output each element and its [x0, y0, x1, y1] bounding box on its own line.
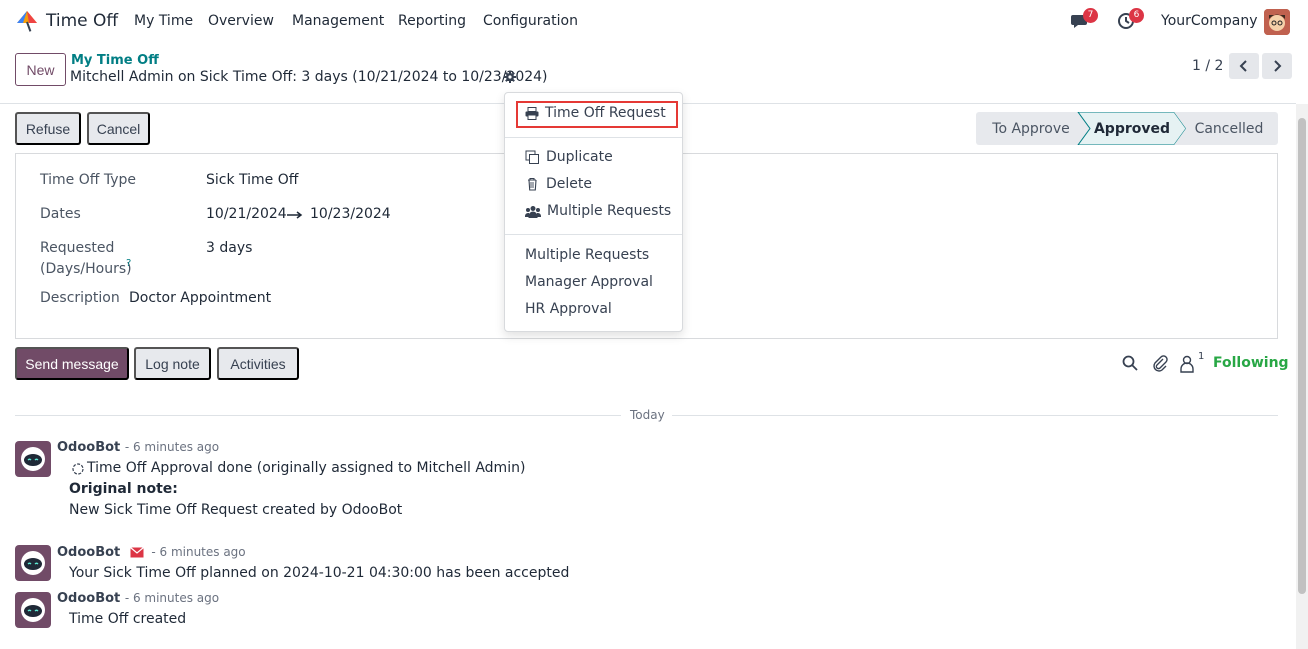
report-manager-label: Manager Approval — [525, 274, 653, 290]
gear-icon[interactable] — [504, 71, 516, 83]
menu-management[interactable]: Management — [292, 13, 384, 29]
message-time: - 6 minutes ago — [124, 440, 220, 454]
time-off-type-field[interactable]: Sick Time Off — [206, 172, 298, 188]
pager-next-button[interactable] — [1262, 53, 1292, 79]
separator-right — [672, 415, 1278, 416]
delete-action[interactable]: Delete — [525, 176, 592, 192]
company-switcher[interactable]: YourCompany — [1161, 13, 1258, 29]
multiple-requests-label: Multiple Requests — [547, 203, 672, 219]
time-off-type-label: Time Off Type — [40, 172, 136, 188]
menu-my-time[interactable]: My Time — [134, 13, 193, 29]
message-note: New Sick Time Off Request created by Odo… — [69, 502, 403, 518]
multiple-requests-action[interactable]: Multiple Requests — [525, 203, 671, 219]
menu-configuration[interactable]: Configuration — [483, 13, 578, 29]
message-author[interactable]: OdooBot - 6 minutes ago — [57, 591, 219, 606]
log-note-button[interactable]: Log note — [134, 347, 211, 380]
print-item-label: Time Off Request — [545, 105, 666, 121]
chevron-right-icon — [1274, 60, 1282, 72]
activities-button-chatter[interactable]: Activities — [217, 347, 299, 380]
robot-icon — [21, 598, 45, 622]
trash-icon — [528, 177, 537, 191]
duplicate-action[interactable]: Duplicate — [525, 149, 613, 165]
chevron-left-icon — [1239, 60, 1247, 72]
breadcrumb-current: Mitchell Admin on Sick Time Off: 3 days … — [70, 69, 548, 85]
message-time: - 6 minutes ago — [124, 591, 220, 605]
date-to-field[interactable]: 10/23/2024 — [310, 206, 391, 222]
users-icon — [525, 205, 541, 218]
stage-to-approve[interactable]: To Approve — [986, 112, 1076, 145]
message-time: - 6 minutes ago — [151, 545, 246, 559]
separator-left — [15, 415, 621, 416]
date-separator: Today — [630, 408, 665, 422]
odoobot-avatar[interactable] — [15, 592, 51, 628]
requested-label: Requested — [40, 240, 115, 256]
messages-button[interactable]: 7 — [1071, 8, 1098, 32]
copy-icon — [525, 150, 539, 164]
dropdown-separator — [505, 137, 682, 138]
description-label: Description — [40, 290, 120, 306]
user-avatar[interactable] — [1264, 9, 1290, 35]
followers-button[interactable]: 1 — [1180, 351, 1206, 373]
app-name[interactable]: Time Off — [46, 11, 118, 31]
message-author[interactable]: OdooBot - 6 minutes ago — [57, 440, 219, 455]
send-message-button[interactable]: Send message — [15, 347, 129, 380]
message-author[interactable]: OdooBot - 6 minutes ago — [57, 545, 246, 560]
stage-approved[interactable]: Approved — [1090, 112, 1174, 145]
dates-label: Dates — [40, 206, 81, 222]
help-tooltip-icon[interactable]: ? — [126, 258, 131, 269]
print-time-off-request[interactable]: Time Off Request — [525, 105, 666, 121]
odoobot-avatar[interactable] — [15, 545, 51, 581]
messages-badge: 7 — [1083, 8, 1098, 23]
menu-overview[interactable]: Overview — [208, 13, 274, 29]
report-manager-approval[interactable]: Manager Approval — [525, 274, 653, 290]
odoobot-avatar[interactable] — [15, 441, 51, 477]
envelope-icon — [129, 547, 144, 558]
actions-dropdown: Time Off Request Duplicate Delete Multip… — [504, 92, 683, 332]
report-hr-approval[interactable]: HR Approval — [525, 301, 612, 317]
time-off-app-icon[interactable] — [15, 9, 39, 33]
printer-icon — [525, 106, 539, 120]
report-multiple-label: Multiple Requests — [525, 247, 650, 263]
paperclip-icon[interactable] — [1151, 354, 1169, 372]
duplicate-label: Duplicate — [546, 149, 613, 165]
user-icon — [1180, 355, 1194, 373]
cancel-button[interactable]: Cancel — [87, 112, 150, 145]
activity-done-icon — [72, 463, 84, 475]
followers-count: 1 — [1198, 351, 1205, 362]
date-from-field[interactable]: 10/21/2024 — [206, 206, 287, 222]
new-button[interactable]: New — [15, 53, 66, 86]
requested-days-field[interactable]: 3 days — [206, 240, 252, 256]
search-icon[interactable] — [1121, 354, 1139, 372]
message-note-label: Original note: — [69, 481, 178, 497]
menu-reporting[interactable]: Reporting — [398, 13, 466, 29]
activities-button[interactable]: 6 — [1117, 8, 1144, 32]
delete-label: Delete — [546, 176, 592, 192]
dropdown-separator — [505, 234, 682, 235]
pager-value[interactable]: 1 / 2 — [1192, 58, 1223, 74]
user-face-icon — [1264, 9, 1290, 35]
activities-badge: 6 — [1129, 8, 1144, 23]
message-body: Your Sick Time Off planned on 2024-10-21… — [69, 565, 570, 581]
following-button[interactable]: Following — [1213, 355, 1289, 371]
message-body: Time Off Approval done (originally assig… — [87, 460, 526, 476]
report-multiple-requests[interactable]: Multiple Requests — [525, 247, 649, 263]
report-hr-label: HR Approval — [525, 301, 612, 317]
arrow-right-icon — [287, 211, 303, 219]
refuse-button[interactable]: Refuse — [15, 112, 81, 145]
stage-cancelled[interactable]: Cancelled — [1188, 112, 1270, 145]
breadcrumb-parent[interactable]: My Time Off — [71, 53, 159, 68]
message-body: Time Off created — [69, 611, 187, 627]
requested-unit-label: (Days/Hours) — [40, 261, 132, 277]
pager-previous-button[interactable] — [1229, 53, 1259, 79]
scrollbar-thumb[interactable] — [1298, 118, 1306, 594]
robot-icon — [21, 447, 45, 471]
robot-icon — [21, 551, 45, 575]
top-navbar: Time Off My Time Overview Management Rep… — [0, 0, 1308, 44]
description-field[interactable]: Doctor Appointment — [129, 290, 271, 306]
